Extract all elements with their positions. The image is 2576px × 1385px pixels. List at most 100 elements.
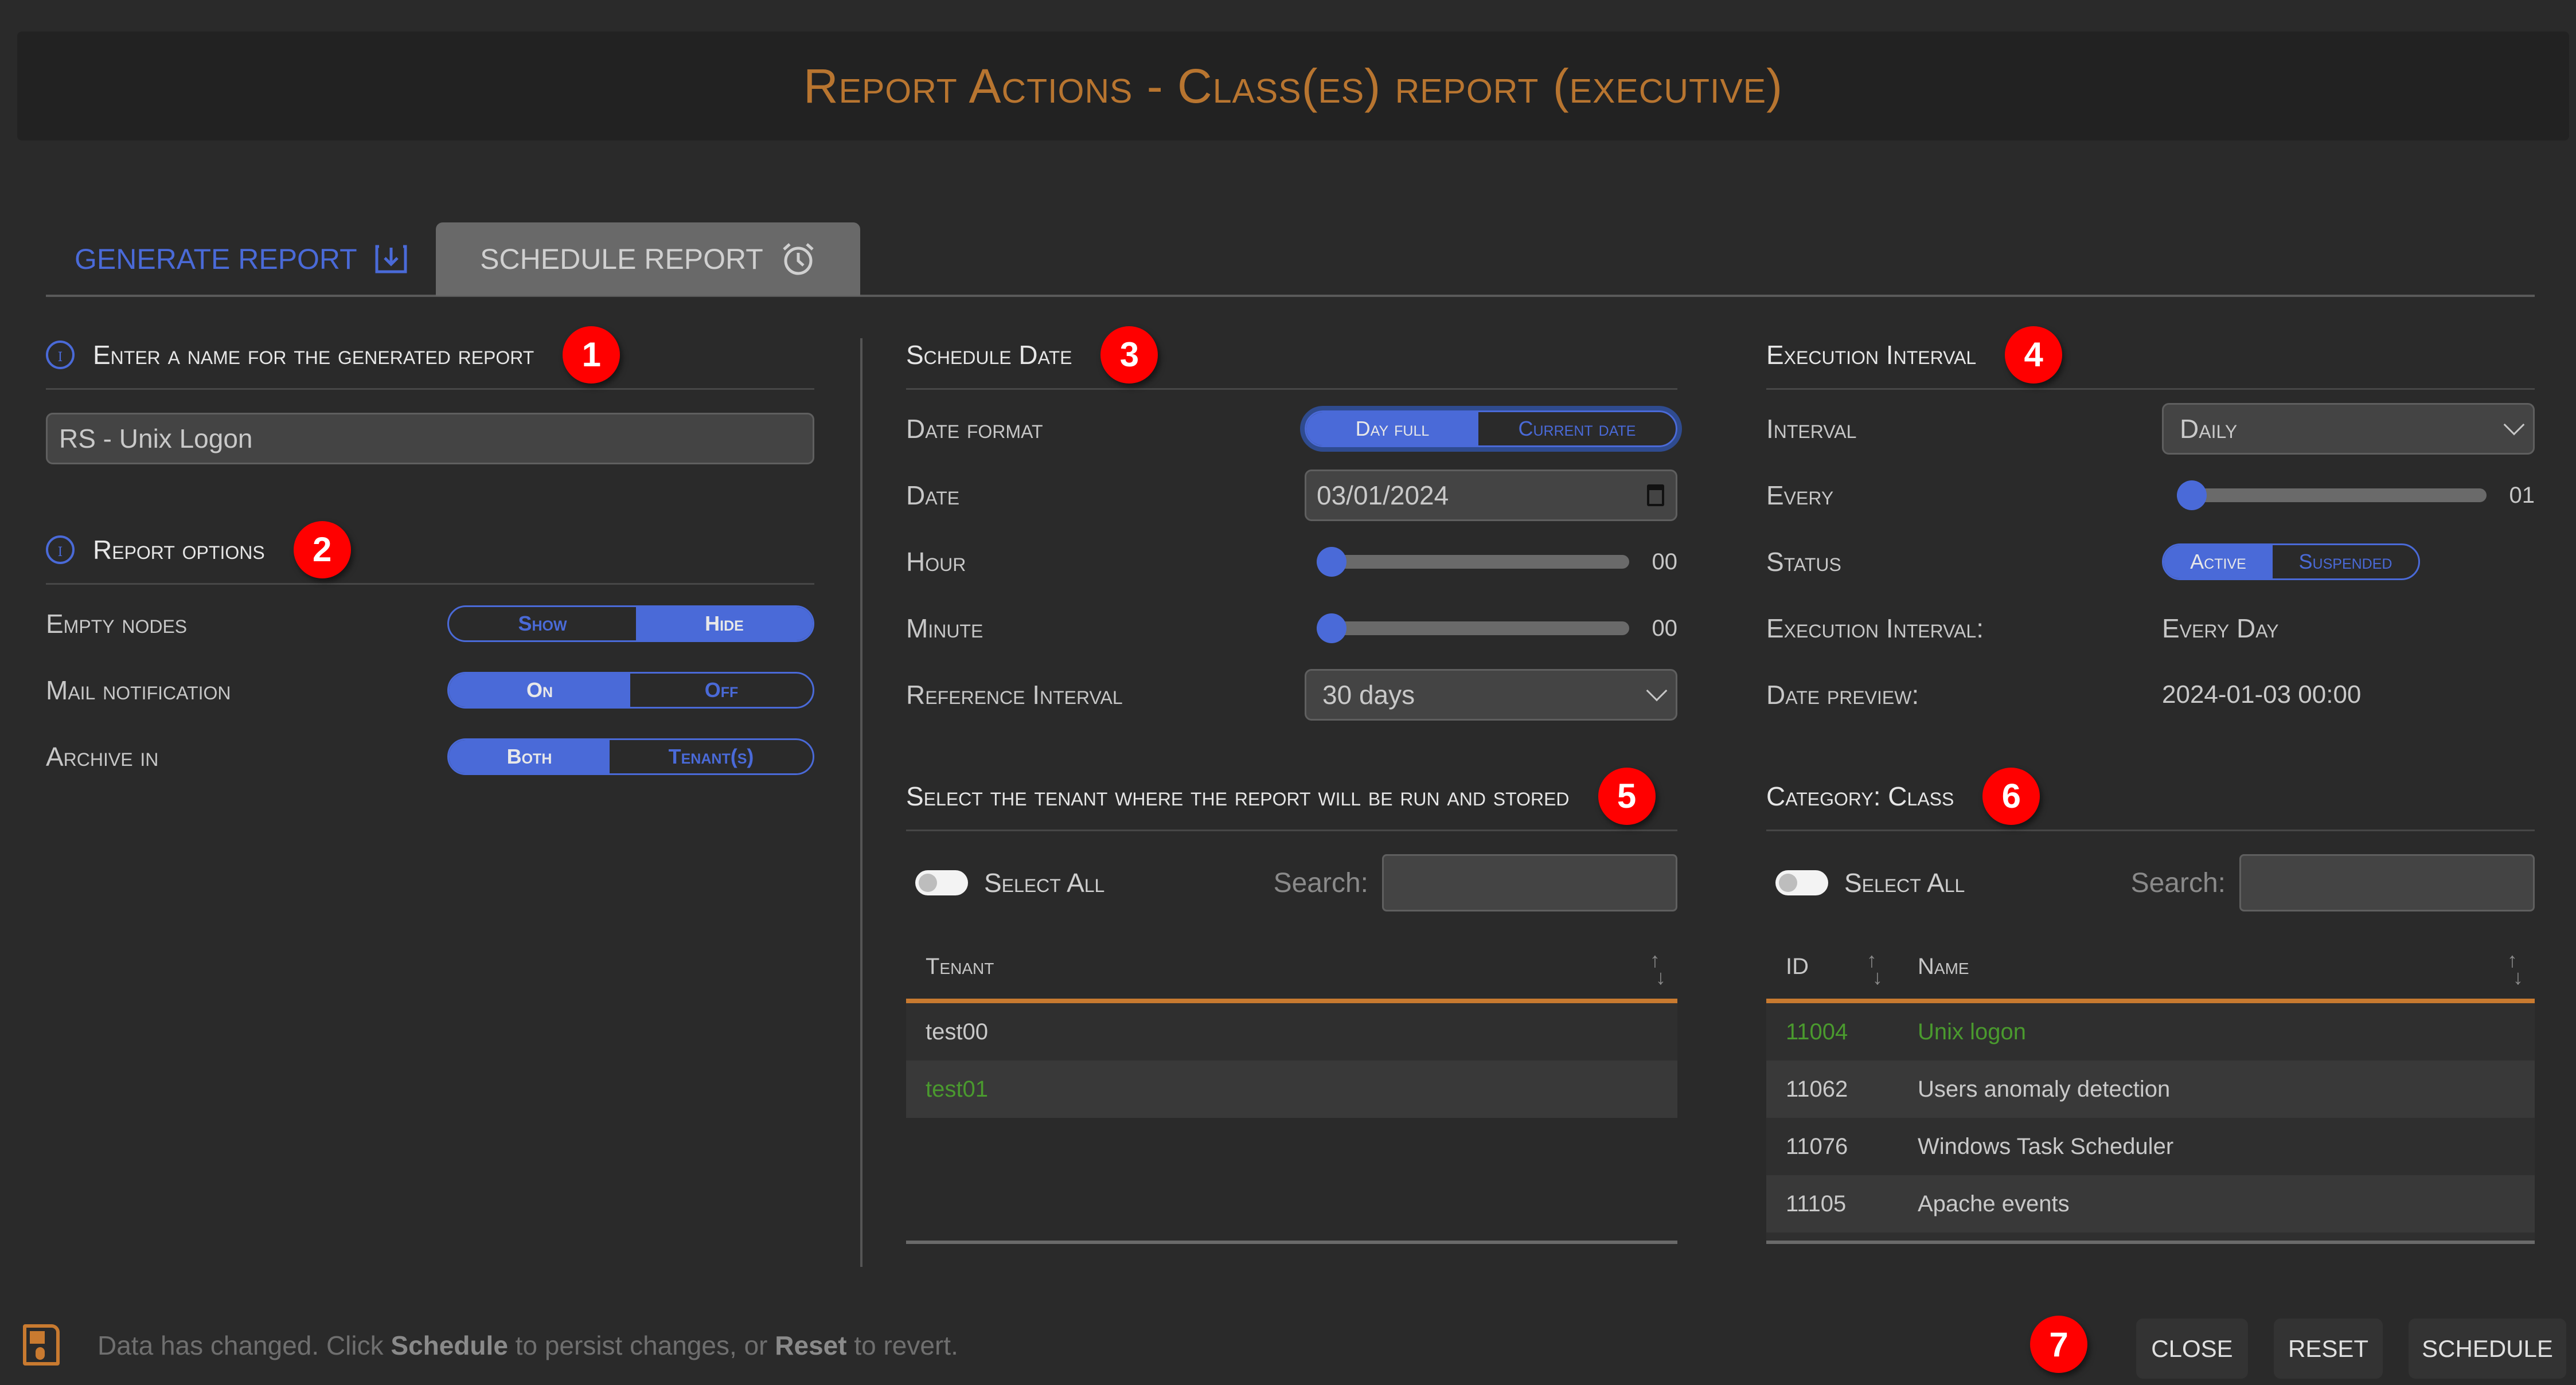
sort-icon[interactable]: ↑ ↓ — [1650, 950, 1666, 988]
status-suspended[interactable]: Suspended — [2273, 545, 2418, 578]
every-slider-thumb[interactable] — [2176, 480, 2207, 510]
date-value: 03/01/2024 — [1317, 480, 1449, 510]
date-preview-label: Date preview: — [1766, 680, 1919, 710]
dialog-title: Report Actions - Class(es) report (execu… — [803, 58, 1783, 113]
empty-nodes-hide[interactable]: Hide — [636, 607, 813, 640]
interval-value: Daily — [2180, 414, 2238, 444]
class-table-body: 11004 Unix logon 11062 Users anomaly det… — [1766, 1003, 2535, 1241]
execution-interval-value: Every Day — [2162, 613, 2279, 643]
tenant-title: Select the tenant where the report will … — [906, 781, 1570, 811]
minute-slider-thumb[interactable] — [1316, 613, 1346, 643]
hour-row: Hour 00 — [906, 529, 1677, 595]
tenant-search-input[interactable] — [1382, 854, 1677, 911]
sort-icon[interactable]: ↑ ↓ — [1867, 950, 1883, 988]
execution-interval-label: Execution Interval: — [1766, 613, 1984, 643]
archive-in-tenants[interactable]: Tenant(s) — [610, 740, 813, 773]
every-value: 01 — [2509, 482, 2535, 508]
date-preview-value: 2024-01-03 00:00 — [2162, 680, 2362, 709]
archive-in-toggle: Both Tenant(s) — [447, 738, 814, 775]
middle-column: Schedule Date 3 Date format Day full Cur… — [906, 321, 1677, 1244]
table-row[interactable]: 11076 Windows Task Scheduler — [1766, 1118, 2535, 1175]
tenant-search-label: Search: — [1273, 867, 1368, 898]
tenant-cell: test00 — [926, 1019, 988, 1044]
tenant-header: Select the tenant where the report will … — [906, 762, 1677, 831]
tenant-select-all-toggle[interactable] — [915, 870, 968, 895]
hour-slider-thumb[interactable] — [1316, 547, 1346, 577]
left-column: i Enter a name for the generated report … — [46, 321, 814, 790]
reference-interval-label: Reference Interval — [906, 680, 1123, 710]
class-select-all: Select All — [1766, 867, 1965, 898]
interval-row: Interval Daily — [1766, 396, 2535, 462]
execution-interval-header: Execution Interval 4 — [1766, 321, 2535, 390]
archive-in-label: Archive in — [46, 742, 159, 772]
date-format-current-date[interactable]: Current date — [1478, 412, 1676, 445]
name-cell: Users anomaly detection — [1918, 1076, 2171, 1102]
every-slider-track[interactable] — [2176, 480, 2487, 510]
step-badge-7: 7 — [2030, 1316, 2087, 1373]
hour-value: 00 — [1652, 549, 1678, 574]
class-title: Category: Class — [1766, 781, 1954, 811]
tenant-table-body: test00 test01 — [906, 1003, 1677, 1118]
table-row[interactable]: test00 — [906, 1003, 1677, 1061]
id-column-header[interactable]: ID — [1766, 954, 1869, 980]
info-icon[interactable]: i — [46, 340, 75, 369]
name-column-header[interactable]: Name — [1869, 954, 1969, 980]
interval-select[interactable]: Daily — [2162, 403, 2535, 455]
table-row[interactable]: 11105 Apache events — [1766, 1175, 2535, 1233]
report-name-input[interactable]: RS - Unix Logon — [46, 413, 814, 464]
table-row[interactable]: test01 — [906, 1061, 1677, 1118]
calendar-icon[interactable] — [1647, 484, 1664, 506]
minute-slider: 00 — [1316, 613, 1678, 643]
date-input[interactable]: 03/01/2024 — [1305, 470, 1677, 521]
tab-generate-report[interactable]: GENERATE REPORT — [46, 222, 436, 296]
message-text: to persist changes, or — [508, 1331, 775, 1360]
class-search-label: Search: — [2130, 867, 2226, 898]
step-badge-6: 6 — [1982, 767, 2040, 825]
reset-button[interactable]: RESET — [2274, 1319, 2383, 1379]
sort-icon[interactable]: ↑ ↓ — [2507, 950, 2523, 988]
report-options-header: i Report options 2 — [46, 516, 814, 585]
mail-notification-off[interactable]: Off — [630, 674, 813, 707]
right-column: Execution Interval 4 Interval Daily Ever… — [1766, 321, 2535, 1244]
reference-interval-select[interactable]: 30 days — [1305, 669, 1677, 721]
every-slider: 01 — [2176, 480, 2535, 510]
name-cell: Unix logon — [1918, 1019, 2027, 1044]
class-select-all-label: Select All — [1844, 868, 1965, 898]
info-icon[interactable]: i — [46, 535, 75, 564]
table-row[interactable]: 11201 Windows Audit - Logon Activities — [1766, 1233, 2535, 1241]
mail-notification-label: Mail notification — [46, 675, 231, 705]
every-label: Every — [1766, 480, 1834, 510]
id-cell: 11076 — [1786, 1133, 1848, 1159]
status-wrap: Active Suspended — [2162, 543, 2535, 580]
class-search-input[interactable] — [2239, 854, 2535, 911]
mail-notification-row: Mail notification On Off — [46, 657, 814, 723]
minute-slider-track[interactable] — [1316, 613, 1629, 643]
table-row[interactable]: 11004 Unix logon — [1766, 1003, 2535, 1061]
table-row[interactable]: 11062 Users anomaly detection — [1766, 1061, 2535, 1118]
close-button[interactable]: CLOSE — [2136, 1319, 2248, 1379]
mail-notification-on[interactable]: On — [449, 674, 630, 707]
mail-notification-toggle: On Off — [447, 672, 814, 709]
date-format-row: Date format Day full Current date — [906, 396, 1677, 462]
archive-in-both[interactable]: Both — [449, 740, 610, 773]
step-badge-1: 1 — [563, 326, 620, 384]
status-row: Status Active Suspended — [1766, 529, 2535, 595]
schedule-button[interactable]: SCHEDULE — [2409, 1319, 2566, 1379]
schedule-date-title: Schedule Date — [906, 339, 1072, 370]
hour-slider-track[interactable] — [1316, 547, 1629, 577]
status-active[interactable]: Active — [2164, 545, 2273, 578]
report-name-header: i Enter a name for the generated report … — [46, 321, 814, 390]
tenant-column-header[interactable]: Tenant — [906, 954, 994, 980]
status-toggle: Active Suspended — [2162, 543, 2420, 580]
reference-interval-row: Reference Interval 30 days — [906, 662, 1677, 728]
minute-value: 00 — [1652, 615, 1678, 641]
tenant-select-all-label: Select All — [984, 868, 1105, 898]
tab-schedule-report[interactable]: SCHEDULE REPORT — [436, 222, 860, 296]
empty-nodes-show[interactable]: Show — [449, 607, 636, 640]
status-label: Status — [1766, 547, 1841, 577]
date-format-label: Date format — [906, 414, 1043, 444]
step-badge-2: 2 — [293, 521, 351, 578]
date-format-day-full[interactable]: Day full — [1306, 412, 1478, 445]
class-select-all-toggle[interactable] — [1775, 870, 1828, 895]
empty-nodes-row: Empty nodes Show Hide — [46, 590, 814, 657]
